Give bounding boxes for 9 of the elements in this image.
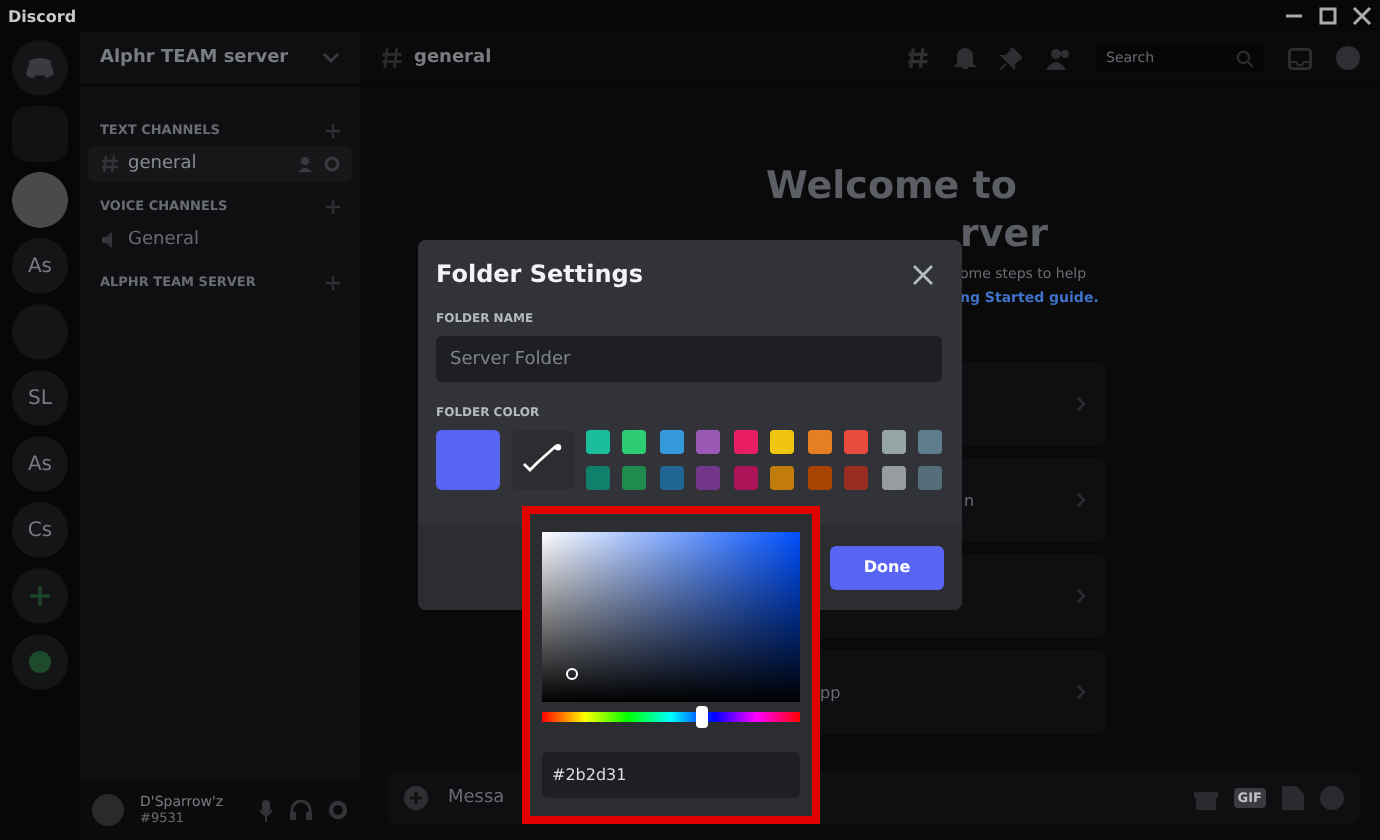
channel-name: General	[128, 230, 201, 250]
dialog-title: Folder Settings	[436, 260, 644, 288]
card-title: pp	[820, 683, 841, 701]
channel-title: general	[414, 48, 492, 68]
welcome-heading: rver	[960, 210, 1049, 258]
window-title: Discord	[8, 7, 77, 25]
card-title: n	[964, 491, 975, 509]
channel-name: general	[128, 154, 199, 174]
welcome-heading: Welcome to	[766, 162, 1017, 210]
